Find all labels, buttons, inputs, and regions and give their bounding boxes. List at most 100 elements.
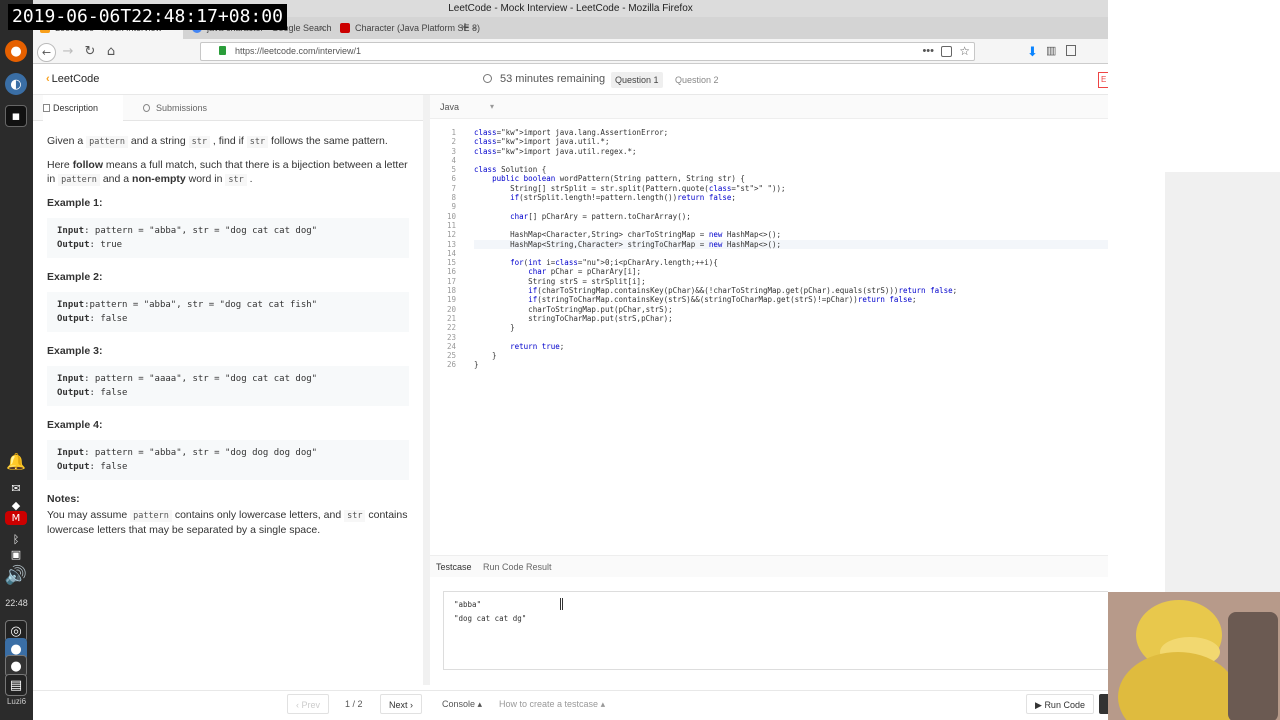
code-line[interactable]: if(stringToCharMap.containsKey(strS)&&(s… (474, 295, 1164, 304)
run-label: Run Code (1044, 700, 1085, 710)
example-block: Input: pattern = "abba", str = "dog cat … (47, 218, 409, 258)
question-2-tab[interactable]: Question 2 (675, 72, 719, 88)
address-bar[interactable]: https://leetcode.com/interview/1 ••• ☆ (200, 42, 975, 61)
firefox-icon[interactable]: ● (5, 40, 27, 62)
panel-splitter[interactable] (423, 95, 430, 685)
line-number: 24 (446, 341, 456, 351)
history-icon (143, 104, 150, 112)
code-line[interactable] (474, 221, 1164, 230)
document-icon (43, 104, 50, 112)
example-block: Input: pattern = "aaaa", str = "dog cat … (47, 366, 409, 406)
tab-testcase[interactable]: Testcase (436, 556, 472, 578)
gmail-icon[interactable]: M (5, 511, 27, 525)
tab-submissions[interactable]: Submissions (143, 95, 207, 121)
close-tab-icon[interactable]: × (320, 17, 325, 39)
code-line[interactable]: } (474, 360, 1164, 369)
testcase-input[interactable]: "abba" "dog cat cat dg" (443, 591, 1108, 670)
prev-button[interactable]: ‹ Prev (287, 694, 330, 714)
leetcode-logo[interactable]: ‹ LeetCode (46, 73, 99, 85)
code-line[interactable]: class="kw">import java.lang.AssertionErr… (474, 128, 1164, 137)
chevron-down-icon[interactable]: ▾ (490, 95, 494, 119)
code-line[interactable]: for(int i=class="nu">0;i<pCharAry.length… (474, 258, 1164, 267)
code-line[interactable]: if(strSplit.length!=pattern.length())ret… (474, 193, 1164, 202)
lock-icon (219, 46, 226, 55)
code-line[interactable]: } (474, 351, 1164, 360)
duck-toy-body (1118, 652, 1238, 720)
next-button[interactable]: Next › (380, 694, 423, 714)
end-interview-button[interactable]: E (1098, 72, 1108, 88)
code-line[interactable]: public boolean wordPattern(String patter… (474, 174, 1164, 183)
line-number: 14 (446, 248, 456, 258)
bookmark-star-icon[interactable]: ☆ (959, 43, 970, 60)
how-to-testcase-link[interactable]: How to create a testcase ▴ (499, 694, 605, 714)
url-text[interactable]: https://leetcode.com/interview/1 (235, 43, 361, 60)
leetcode-logo-icon: ‹ (46, 73, 50, 85)
example-title: Example 2: (47, 271, 103, 283)
forward-button[interactable]: → (59, 43, 77, 61)
new-tab-button[interactable]: + (455, 17, 475, 39)
line-number: 13 (446, 239, 456, 249)
library-icon[interactable]: ▥ (1046, 44, 1056, 57)
question-1-tab[interactable]: Question 1 (611, 72, 663, 88)
tab-run-code-result[interactable]: Run Code Result (483, 556, 552, 578)
code-line[interactable]: HashMap<String,Character> stringToCharMa… (474, 239, 1164, 249)
code-line[interactable]: HashMap<Character,String> charToStringMa… (474, 230, 1164, 239)
problem-description: Given a pattern and a string str , find … (47, 134, 412, 546)
code-line[interactable] (474, 156, 1164, 165)
line-number: 25 (446, 351, 456, 361)
home-button[interactable]: ⌂ (102, 43, 120, 61)
volume-icon[interactable]: 🔊 (5, 562, 27, 588)
play-icon: ▶ (1035, 700, 1042, 710)
notes-text: You may assume pattern contains only low… (47, 509, 408, 536)
submit-button[interactable] (1099, 694, 1108, 714)
problem-statement: Given a pattern and a string str , find … (47, 135, 388, 148)
back-button[interactable]: ← (37, 43, 56, 62)
code-line[interactable]: String strS = strSplit[i]; (474, 277, 1164, 286)
code-content[interactable]: class="kw">import java.lang.AssertionErr… (474, 128, 1164, 370)
code-line[interactable] (474, 249, 1164, 258)
code-line[interactable]: class Solution { (474, 165, 1164, 174)
example-title: Example 3: (47, 345, 103, 357)
caret-up-icon: ▴ (600, 699, 606, 709)
download-icon[interactable]: ⬇ (1027, 44, 1038, 60)
run-code-button[interactable]: ▶ Run Code (1026, 694, 1094, 714)
line-number: 6 (451, 174, 456, 184)
code-line[interactable]: return true; (474, 342, 1164, 351)
clock: 22:48 (5, 598, 28, 608)
testcase-line: "dog cat cat dg" (454, 614, 527, 623)
page-actions-button[interactable]: ••• (922, 43, 934, 60)
code-line[interactable]: charToStringMap.put(pChar,strS); (474, 305, 1164, 314)
code-line[interactable] (474, 333, 1164, 342)
problem-definition: Here follow means a full match, such tha… (47, 159, 408, 186)
code-line[interactable]: class="kw">import java.util.*; (474, 137, 1164, 146)
tab-label: Description (53, 103, 99, 113)
code-line[interactable]: char pChar = pCharAry[i]; (474, 267, 1164, 276)
line-number: 21 (446, 313, 456, 323)
terminal-icon[interactable]: ▪ (5, 105, 27, 127)
code-line[interactable]: if(charToStringMap.containsKey(pChar)&&(… (474, 286, 1164, 295)
page-indicator: 1 / 2 (345, 699, 363, 709)
testcase-tabs: Testcase Run Code Result (430, 555, 1166, 577)
line-number: 16 (446, 267, 456, 277)
code-line[interactable]: } (474, 323, 1164, 332)
line-number: 11 (446, 220, 456, 230)
app-icon[interactable]: ◐ (5, 73, 27, 95)
sidebar-icon[interactable] (1066, 45, 1076, 56)
line-number: 4 (451, 155, 456, 165)
code-line[interactable]: String[] strSplit = str.split(Pattern.qu… (474, 184, 1164, 193)
code-editor[interactable]: 1 2 3 4 5 6 7 8 9 10 11 12 13 14 15 16 17 18 19 20 21 22 23 24 2… (430, 122, 1166, 552)
pocket-icon[interactable] (941, 46, 952, 57)
code-line[interactable]: char[] pCharAry = pattern.toCharArray(); (474, 212, 1164, 221)
tab-description[interactable]: Description (43, 95, 123, 121)
code-line[interactable]: stringToCharMap.put(strS,pChar); (474, 314, 1164, 323)
line-number: 7 (451, 183, 456, 193)
code-line[interactable] (474, 202, 1164, 211)
code-line[interactable]: class="kw">import java.util.regex.*; (474, 147, 1164, 156)
bell-icon[interactable]: 🔔 (5, 450, 27, 472)
language-select[interactable]: Java (440, 95, 459, 119)
example-block: Input:pattern = "abba", str = "dog cat c… (47, 292, 409, 332)
workspace-4-icon[interactable]: ▤ (5, 674, 27, 696)
background-window (1165, 172, 1280, 592)
console-toggle[interactable]: Console ▴ (442, 694, 482, 714)
reload-button[interactable]: ↻ (81, 43, 99, 61)
